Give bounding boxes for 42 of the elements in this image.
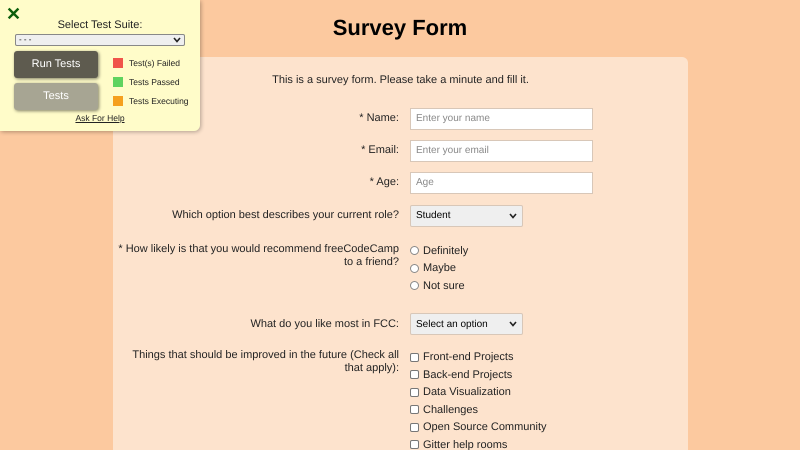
field-label: What do you like most in FCC: — [249, 318, 399, 330]
checkbox[interactable] — [410, 370, 419, 380]
field-label: Things that should be improved in the future (Check all that apply): — [131, 349, 399, 375]
suite-label: Select Test Suite: — [56, 18, 144, 33]
option-label: Data Visualization — [423, 385, 511, 400]
text-input-field[interactable]: Enter your email — [410, 140, 593, 162]
test-button[interactable]: Run Tests — [14, 51, 98, 78]
field-label: * Age: — [368, 176, 399, 189]
intro-text: This is a survey form. Please take a minute and fill it. — [272, 73, 529, 88]
chevron-down-icon — [509, 321, 517, 327]
option-label: Front-end Projects — [423, 350, 514, 365]
radio-button[interactable] — [410, 281, 419, 290]
option-label: Gitter help rooms — [423, 438, 508, 450]
chevron-down-icon — [173, 37, 181, 43]
text-input-field[interactable]: Enter your name — [410, 108, 593, 130]
legend-label: Tests Passed — [129, 76, 180, 88]
checkbox[interactable] — [410, 405, 419, 414]
option-label: Back-end Projects — [423, 368, 512, 382]
legend-label: Test(s) Failed — [129, 57, 180, 70]
page-title: Survey Form — [332, 14, 468, 42]
dropdown-select[interactable]: Student — [410, 204, 523, 226]
option-label: Maybe — [423, 261, 456, 276]
legend-label: Tests Executing — [129, 94, 189, 108]
field-label: * Email: — [360, 144, 399, 157]
option-label: Open Source Community — [423, 420, 546, 435]
option-label: Challenges — [423, 402, 478, 418]
field-label: Which option best describes your current role? — [171, 209, 399, 222]
checkbox[interactable] — [410, 352, 419, 362]
checkbox[interactable] — [410, 422, 419, 432]
radio-button[interactable] — [410, 264, 419, 273]
checkbox[interactable] — [410, 388, 419, 397]
checkbox[interactable] — [410, 440, 419, 450]
suite-select[interactable]: - - - — [15, 34, 185, 46]
close-button[interactable]: ✕ — [6, 3, 21, 25]
radio-button[interactable] — [410, 246, 419, 256]
help-link[interactable]: Ask For Help — [75, 112, 125, 125]
option-label: Not sure — [423, 278, 465, 294]
option-label: Definitely — [423, 244, 468, 258]
chevron-down-icon — [509, 212, 517, 218]
field-label: * How likely is that you would recommend freeCodeCamp to a friend? — [117, 242, 399, 268]
dropdown-select[interactable]: Select an option — [410, 313, 523, 335]
text-input-field[interactable]: Age — [410, 172, 593, 194]
